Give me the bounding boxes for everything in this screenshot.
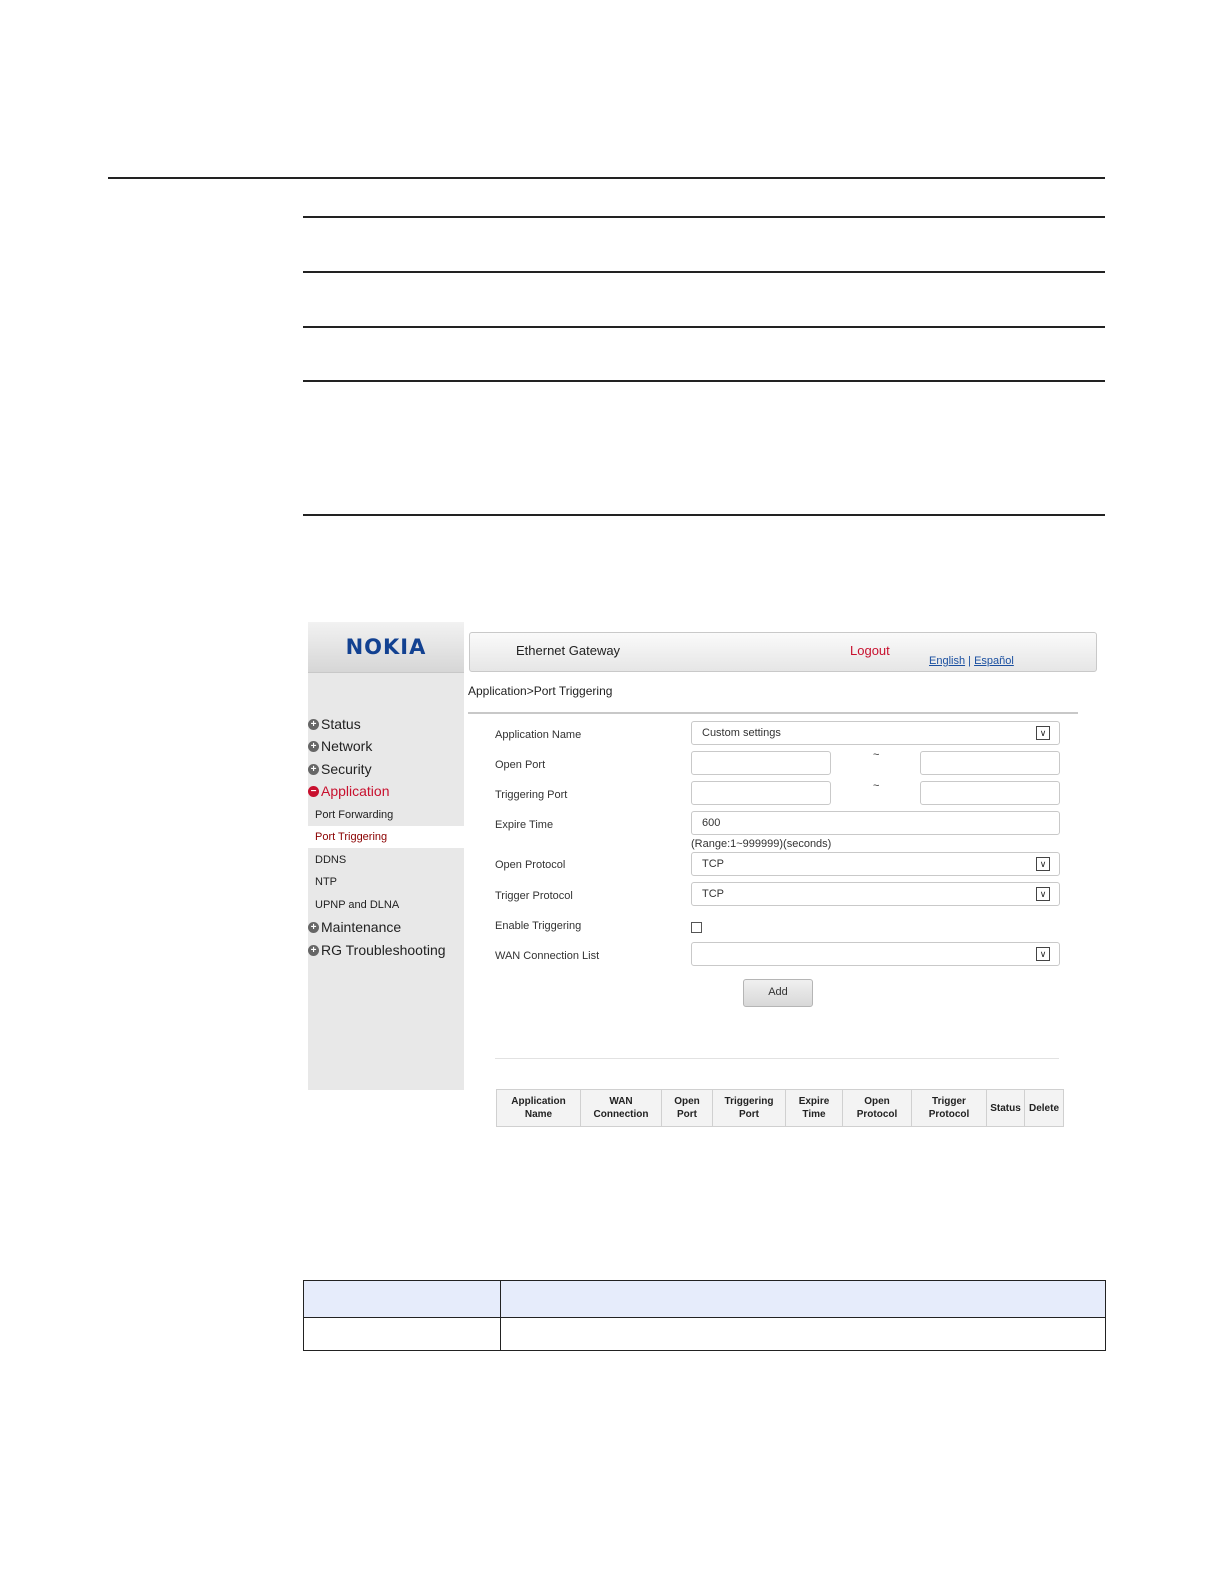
open-port-end-input[interactable] <box>920 751 1060 775</box>
expire-time-input[interactable]: 600 <box>691 811 1060 835</box>
column-header-application-name: Application Name <box>496 1089 581 1127</box>
minus-icon: − <box>308 785 319 797</box>
sidebar-item-rg-troubleshooting[interactable]: + RG Troubleshooting <box>308 942 446 958</box>
sidebar-item-label: Maintenance <box>321 919 402 935</box>
triggering-port-label: Triggering Port <box>495 789 568 801</box>
triggering-port-end-input[interactable] <box>920 781 1060 805</box>
sidebar-item-label: Network <box>321 738 373 754</box>
sidebar-item-security[interactable]: + Security <box>308 761 372 777</box>
column-header-trigger-protocol: Trigger Protocol <box>911 1089 987 1127</box>
sidebar-item-label: Status <box>321 716 361 732</box>
sidebar-item-label: RG Troubleshooting <box>321 942 446 958</box>
sidebar-item-status[interactable]: + Status <box>308 716 361 732</box>
sidebar-subitem-label: NTP <box>315 876 337 888</box>
table-header-row: Application Name WAN Connection Open Port T… <box>496 1089 1064 1127</box>
column-header-wan-connection: WAN Connection <box>580 1089 662 1127</box>
sidebar-subitem-label: Port Triggering <box>315 831 388 843</box>
chevron-down-icon: ∨ <box>1036 857 1050 871</box>
triggering-port-start-input[interactable] <box>691 781 831 805</box>
sidebar-subitem-upnp-dlna[interactable]: UPNP and DLNA <box>308 894 464 916</box>
sidebar-item-network[interactable]: + Network <box>308 738 372 754</box>
port-triggering-table: Application Name WAN Connection Open Port T… <box>496 1089 1064 1127</box>
sidebar: NOKIA + Status + Network + Security − Ap… <box>308 622 464 1090</box>
sidebar-subitem-label: DDNS <box>315 854 347 866</box>
document-table-cell <box>303 1317 501 1351</box>
chevron-down-icon: ∨ <box>1036 726 1050 740</box>
breadcrumb: Application>Port Triggering <box>468 684 613 698</box>
document-table <box>303 1280 1106 1351</box>
expire-time-label: Expire Time <box>495 819 554 831</box>
sidebar-subitem-ddns[interactable]: DDNS <box>308 849 464 871</box>
enable-triggering-checkbox[interactable] <box>691 922 702 933</box>
section-rule-1 <box>303 216 1105 218</box>
logout-link[interactable]: Logout <box>850 643 890 658</box>
top-header: Ethernet Gateway Logout English | Españo… <box>469 632 1097 672</box>
application-name-select[interactable]: Custom settings ∨ <box>691 721 1060 745</box>
plus-icon: + <box>308 944 319 956</box>
section-rule-2 <box>303 271 1105 273</box>
column-header-delete: Delete <box>1024 1089 1064 1127</box>
plus-icon: + <box>308 718 319 730</box>
plus-icon: + <box>308 740 319 752</box>
section-rule-4 <box>303 380 1105 382</box>
sidebar-subitem-port-forwarding[interactable]: Port Forwarding <box>308 804 464 826</box>
document-table-header-cell <box>303 1280 501 1318</box>
section-rule-5 <box>303 514 1105 516</box>
trigger-protocol-value: TCP <box>702 888 724 900</box>
column-header-open-port: Open Port <box>661 1089 713 1127</box>
application-name-value: Custom settings <box>702 727 781 739</box>
open-protocol-select[interactable]: TCP ∨ <box>691 852 1060 876</box>
header-title: Ethernet Gateway <box>516 643 621 658</box>
sidebar-item-label: Security <box>321 761 372 777</box>
trigger-protocol-select[interactable]: TCP ∨ <box>691 882 1060 906</box>
column-header-open-protocol: Open Protocol <box>842 1089 912 1127</box>
wan-connection-label: WAN Connection List <box>495 950 600 962</box>
language-separator: | <box>968 655 971 667</box>
section-rule-3 <box>303 326 1105 328</box>
sidebar-item-application[interactable]: − Application <box>308 783 390 799</box>
open-protocol-label: Open Protocol <box>495 859 566 871</box>
open-port-start-input[interactable] <box>691 751 831 775</box>
page-top-rule <box>108 177 1105 179</box>
sidebar-subitem-label: UPNP and DLNA <box>315 899 400 911</box>
plus-icon: + <box>308 921 319 933</box>
sidebar-item-label: Application <box>321 783 390 799</box>
trigger-protocol-label: Trigger Protocol <box>495 890 573 902</box>
triggering-port-range-separator: ~ <box>873 780 880 792</box>
wan-connection-select[interactable]: ∨ <box>691 942 1060 966</box>
plus-icon: + <box>308 763 319 775</box>
nokia-logo: NOKIA <box>345 635 427 659</box>
sidebar-item-maintenance[interactable]: + Maintenance <box>308 919 401 935</box>
column-header-triggering-port: Triggering Port <box>712 1089 786 1127</box>
open-port-label: Open Port <box>495 759 546 771</box>
application-name-label: Application Name <box>495 729 582 741</box>
sidebar-subitem-ntp[interactable]: NTP <box>308 871 464 893</box>
document-table-row <box>303 1317 1106 1351</box>
document-table-cell <box>500 1317 1106 1351</box>
column-header-status: Status <box>986 1089 1025 1127</box>
document-table-header-row <box>303 1280 1106 1318</box>
breadcrumb-divider <box>468 712 1078 714</box>
spanish-link[interactable]: Español <box>974 655 1014 667</box>
document-table-header-cell <box>500 1280 1106 1318</box>
language-switcher: English | Español <box>929 655 1014 667</box>
gateway-screenshot: NOKIA + Status + Network + Security − Ap… <box>308 622 1100 1132</box>
table-divider <box>495 1058 1059 1059</box>
enable-triggering-label: Enable Triggering <box>495 920 582 932</box>
logo-area: NOKIA <box>308 622 464 673</box>
expire-time-hint: (Range:1~999999)(seconds) <box>691 838 832 850</box>
sidebar-subitem-label: Port Forwarding <box>315 809 394 821</box>
sidebar-subitem-port-triggering[interactable]: Port Triggering <box>308 826 464 848</box>
english-link[interactable]: English <box>929 655 965 667</box>
open-protocol-value: TCP <box>702 858 724 870</box>
chevron-down-icon: ∨ <box>1036 947 1050 961</box>
open-port-range-separator: ~ <box>873 749 880 761</box>
chevron-down-icon: ∨ <box>1036 887 1050 901</box>
add-button[interactable]: Add <box>743 979 813 1007</box>
column-header-expire-time: Expire Time <box>785 1089 843 1127</box>
